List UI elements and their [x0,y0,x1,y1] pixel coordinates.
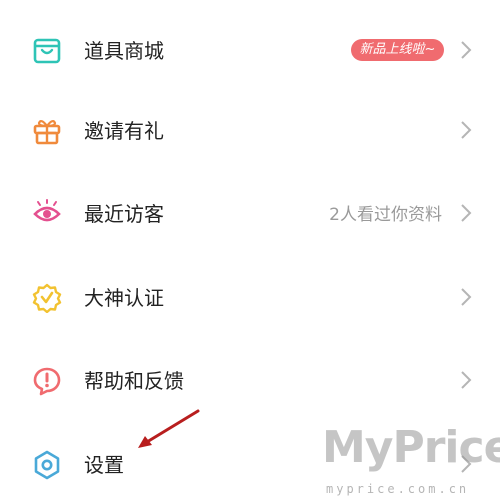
menu-item-label: 帮助和反馈 [84,369,184,393]
chevron-right-icon [459,201,473,225]
chevron-right-icon [459,452,473,476]
menu-item-label: 邀请有礼 [84,119,164,143]
chevron-right-icon [459,285,473,309]
chevron-right-icon [459,38,473,62]
gift-icon [32,116,62,146]
menu-item-label: 最近访客 [84,202,164,226]
menu-item-label: 大神认证 [84,286,164,310]
eye-icon [32,199,62,229]
menu-item-label: 道具商城 [84,39,164,63]
menu-item-master-verification[interactable]: 大神认证 [0,267,500,327]
menu-item-label: 设置 [84,453,124,477]
verified-badge-icon [32,283,62,313]
visitor-count-text: 2人看过你资料 [329,205,442,225]
menu-item-settings[interactable]: 设置 [0,434,500,494]
menu-list: 道具商城 新品上线啦~ 邀请有礼 最近访客 2人看过你资料 大神认证 帮助和反馈… [0,0,500,500]
settings-gear-icon [32,450,62,480]
menu-item-help-feedback[interactable]: 帮助和反馈 [0,350,500,410]
annotation-arrow-icon [138,409,200,448]
help-feedback-icon [32,366,62,396]
chevron-right-icon [459,118,473,142]
menu-item-invite[interactable]: 邀请有礼 [0,100,500,160]
new-arrival-badge: 新品上线啦~ [351,39,444,61]
shopping-bag-icon [32,36,62,66]
menu-item-recent-visitors[interactable]: 最近访客 2人看过你资料 [0,183,500,243]
chevron-right-icon [459,368,473,392]
